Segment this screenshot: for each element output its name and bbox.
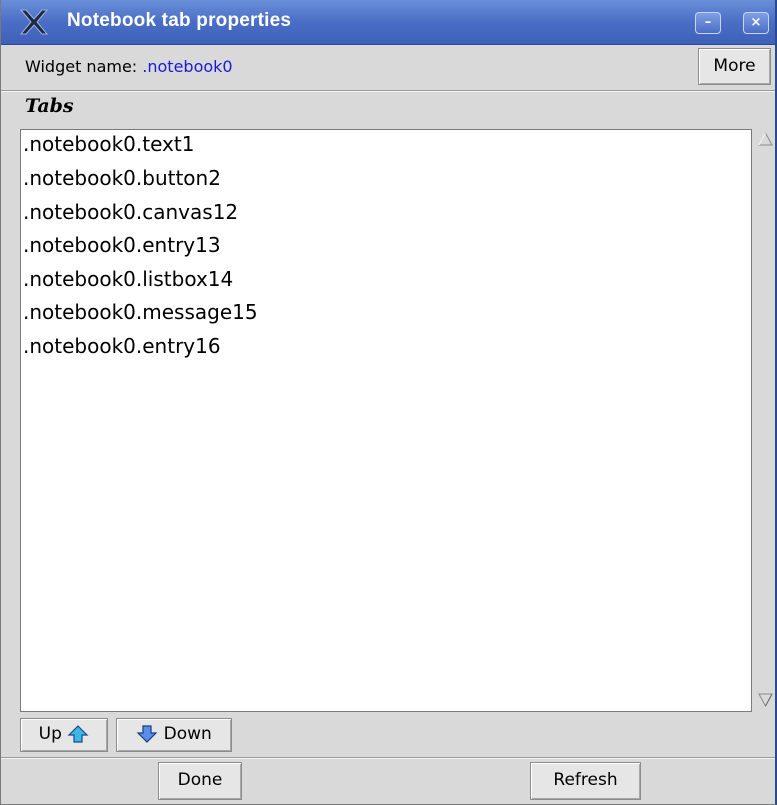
title-bar[interactable]: Notebook tab properties – ×: [1, 0, 775, 45]
move-down-button[interactable]: Down: [116, 718, 232, 752]
refresh-button[interactable]: Refresh: [530, 762, 641, 800]
tabs-listbox[interactable]: .notebook0.text1 .notebook0.button2 .not…: [20, 129, 752, 712]
x-logo-icon: [19, 9, 49, 35]
vertical-scrollbar[interactable]: [754, 129, 775, 712]
down-button-label: Down: [163, 724, 212, 744]
scroll-down-arrow-icon[interactable]: [757, 692, 774, 708]
tabs-heading: Tabs: [25, 95, 74, 117]
more-button[interactable]: More: [698, 48, 771, 85]
widget-name-row: Widget name: .notebook0: [1, 45, 775, 89]
widget-name-value: .notebook0: [142, 57, 233, 76]
list-item[interactable]: .notebook0.listbox14: [23, 267, 233, 301]
done-button[interactable]: Done: [158, 762, 242, 800]
minimize-button[interactable]: –: [695, 12, 721, 34]
list-item[interactable]: .notebook0.entry13: [23, 233, 221, 267]
window-title: Notebook tab properties: [67, 10, 292, 31]
widget-name-field: Widget name: .notebook0: [25, 57, 233, 76]
divider: [1, 757, 775, 759]
list-item[interactable]: .notebook0.button2: [23, 166, 221, 200]
widget-name-label: Widget name:: [25, 57, 143, 76]
divider: [1, 90, 775, 92]
down-arrow-icon: [136, 725, 158, 743]
up-button-label: Up: [38, 724, 62, 744]
up-arrow-icon: [67, 725, 89, 743]
scroll-up-arrow-icon[interactable]: [757, 131, 774, 147]
move-up-button[interactable]: Up: [20, 718, 108, 752]
list-item[interactable]: .notebook0.text1: [23, 132, 194, 166]
close-button[interactable]: ×: [743, 12, 769, 34]
list-item[interactable]: .notebook0.canvas12: [23, 200, 238, 234]
dialog-window: Notebook tab properties – × Widget name:…: [0, 0, 777, 805]
list-item[interactable]: .notebook0.message15: [23, 300, 258, 334]
list-item[interactable]: .notebook0.entry16: [23, 334, 221, 368]
